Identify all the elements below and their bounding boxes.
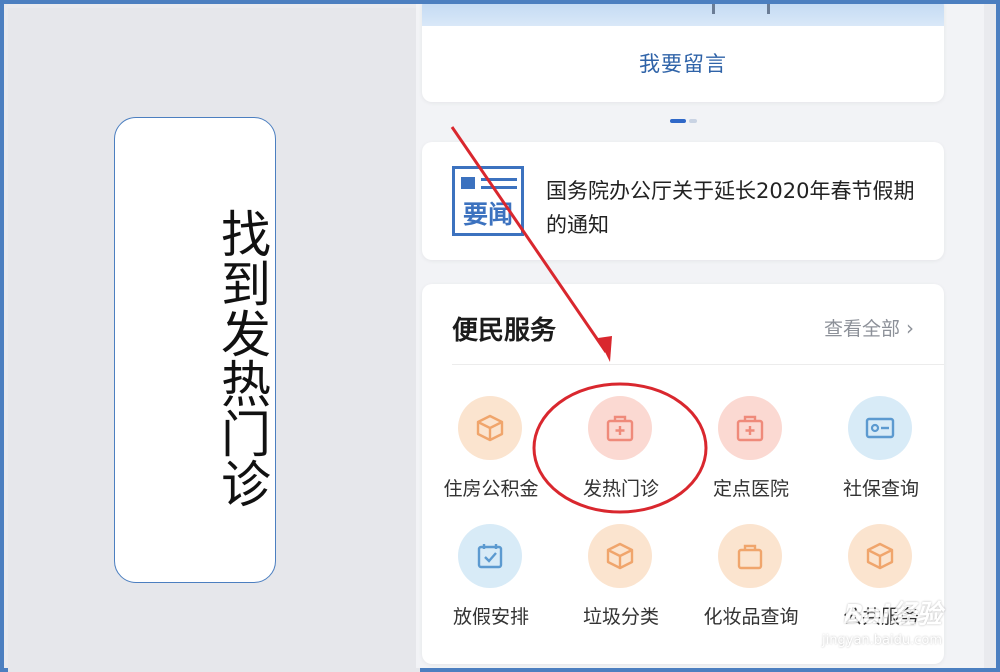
medical-kit-icon [606, 415, 634, 442]
service-icon-circle [718, 524, 782, 588]
service-icon-circle [718, 396, 782, 460]
view-all-label: 查看全部 [823, 318, 900, 340]
service-cosmetics-query[interactable]: 化妆品查询 [686, 524, 816, 634]
carousel-indicator [670, 119, 697, 124]
service-label: 发热门诊 [582, 478, 659, 500]
phone-screen: 我要留言 要闻 国务院办公厅关于延长2020年春节假期的通知 便民服务 查看全部… [416, 4, 984, 668]
service-label: 住房公积金 [443, 478, 539, 500]
bag-icon [737, 544, 763, 570]
service-designated-hospital[interactable]: 定点医院 [686, 396, 816, 506]
service-icon-circle [848, 396, 912, 460]
service-icon-circle [848, 524, 912, 588]
service-fever-clinic[interactable]: 发热门诊 [556, 396, 686, 506]
service-label: 定点医院 [712, 478, 789, 500]
service-label: 垃圾分类 [582, 606, 659, 628]
view-all-link[interactable]: 查看全部 › [824, 314, 914, 341]
service-garbage-sorting[interactable]: 垃圾分类 [556, 524, 686, 634]
step-caption-box: 找到发热门诊 [114, 117, 276, 583]
carousel-dot [689, 119, 697, 123]
service-housing-fund[interactable]: 住房公积金 [426, 396, 556, 506]
banner-decoration [712, 4, 731, 14]
banner-card: 我要留言 [422, 4, 944, 102]
newspaper-icon: 要闻 [452, 166, 524, 236]
divider [452, 364, 944, 365]
service-icon-circle [458, 524, 522, 588]
service-social-security[interactable]: 社保查询 [816, 396, 946, 506]
box-icon [866, 542, 894, 570]
service-label: 放假安排 [452, 606, 529, 628]
news-icon-label: 要闻 [462, 200, 513, 229]
baidu-watermark: Bai经验 jingyan.baidu.com [822, 594, 942, 648]
leave-message-button[interactable]: 我要留言 [422, 48, 944, 78]
service-icon-circle [588, 524, 652, 588]
service-holiday-schedule[interactable]: 放假安排 [426, 524, 556, 634]
news-card[interactable]: 要闻 国务院办公厅关于延长2020年春节假期的通知 [422, 142, 944, 260]
banner-decoration [767, 4, 786, 14]
step-caption-text: 找到发热门诊 [213, 208, 271, 508]
service-icon-circle [588, 396, 652, 460]
news-headline[interactable]: 国务院办公厅关于延长2020年春节假期的通知 [546, 174, 926, 242]
medical-kit-icon [736, 415, 764, 442]
banner-image [422, 4, 944, 26]
service-label: 化妆品查询 [703, 606, 799, 628]
carousel-dot-active [670, 119, 686, 123]
box-icon [606, 542, 634, 570]
watermark-url: jingyan.baidu.com [822, 633, 942, 648]
chevron-right-icon: › [906, 316, 914, 340]
calendar-check-icon [477, 544, 503, 569]
id-card-icon [865, 417, 895, 439]
service-icon-circle [458, 396, 522, 460]
service-label: 社保查询 [842, 478, 919, 500]
box-icon [476, 414, 504, 442]
services-section-title: 便民服务 [452, 316, 557, 346]
watermark-brand: Bai经验 [843, 600, 942, 630]
